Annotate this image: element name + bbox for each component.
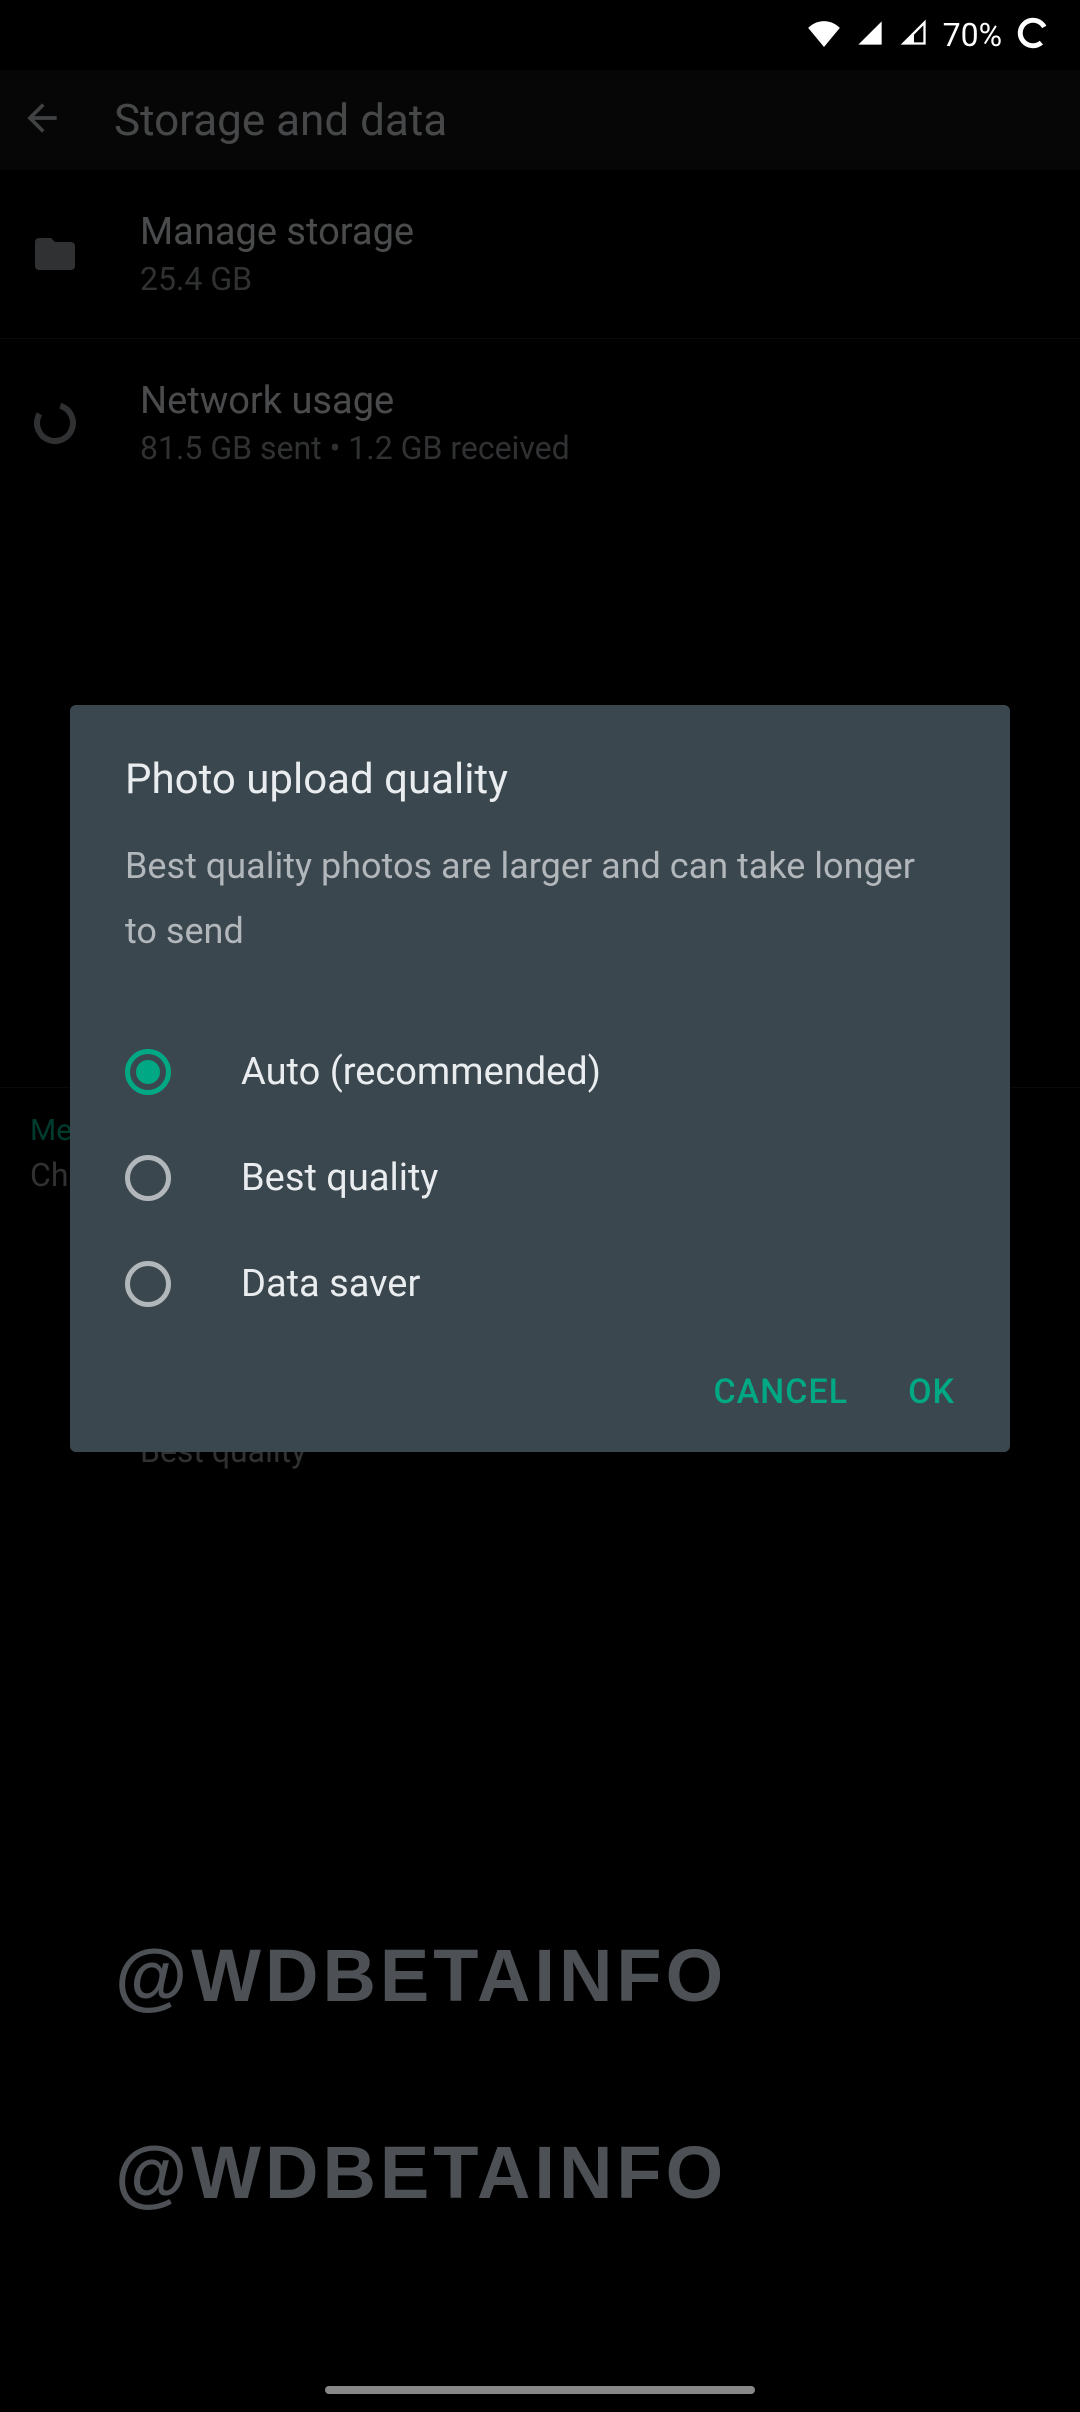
radio-label: Auto (recommended) — [241, 1050, 601, 1094]
radio-option-saver[interactable]: Data saver — [70, 1231, 1010, 1337]
radio-label: Data saver — [241, 1262, 420, 1306]
gesture-nav-bar[interactable] — [325, 2386, 755, 2394]
signal-icon-2 — [899, 19, 929, 51]
radio-option-best[interactable]: Best quality — [70, 1125, 1010, 1231]
radio-icon — [125, 1155, 171, 1201]
dialog-title: Photo upload quality — [70, 755, 1010, 804]
radio-icon — [125, 1049, 171, 1095]
wifi-icon — [807, 19, 841, 51]
battery-percent: 70% — [943, 16, 1002, 54]
cancel-button[interactable]: CANCEL — [713, 1372, 848, 1412]
photo-quality-dialog: Photo upload quality Best quality photos… — [70, 705, 1010, 1452]
radio-option-auto[interactable]: Auto (recommended) — [70, 1019, 1010, 1125]
status-bar: 70% — [0, 0, 1080, 70]
dialog-subtitle: Best quality photos are larger and can t… — [70, 834, 1010, 964]
spinner-icon — [1016, 16, 1050, 54]
radio-icon — [125, 1261, 171, 1307]
radio-label: Best quality — [241, 1156, 438, 1200]
ok-button[interactable]: OK — [908, 1372, 955, 1412]
signal-icon — [855, 19, 885, 51]
